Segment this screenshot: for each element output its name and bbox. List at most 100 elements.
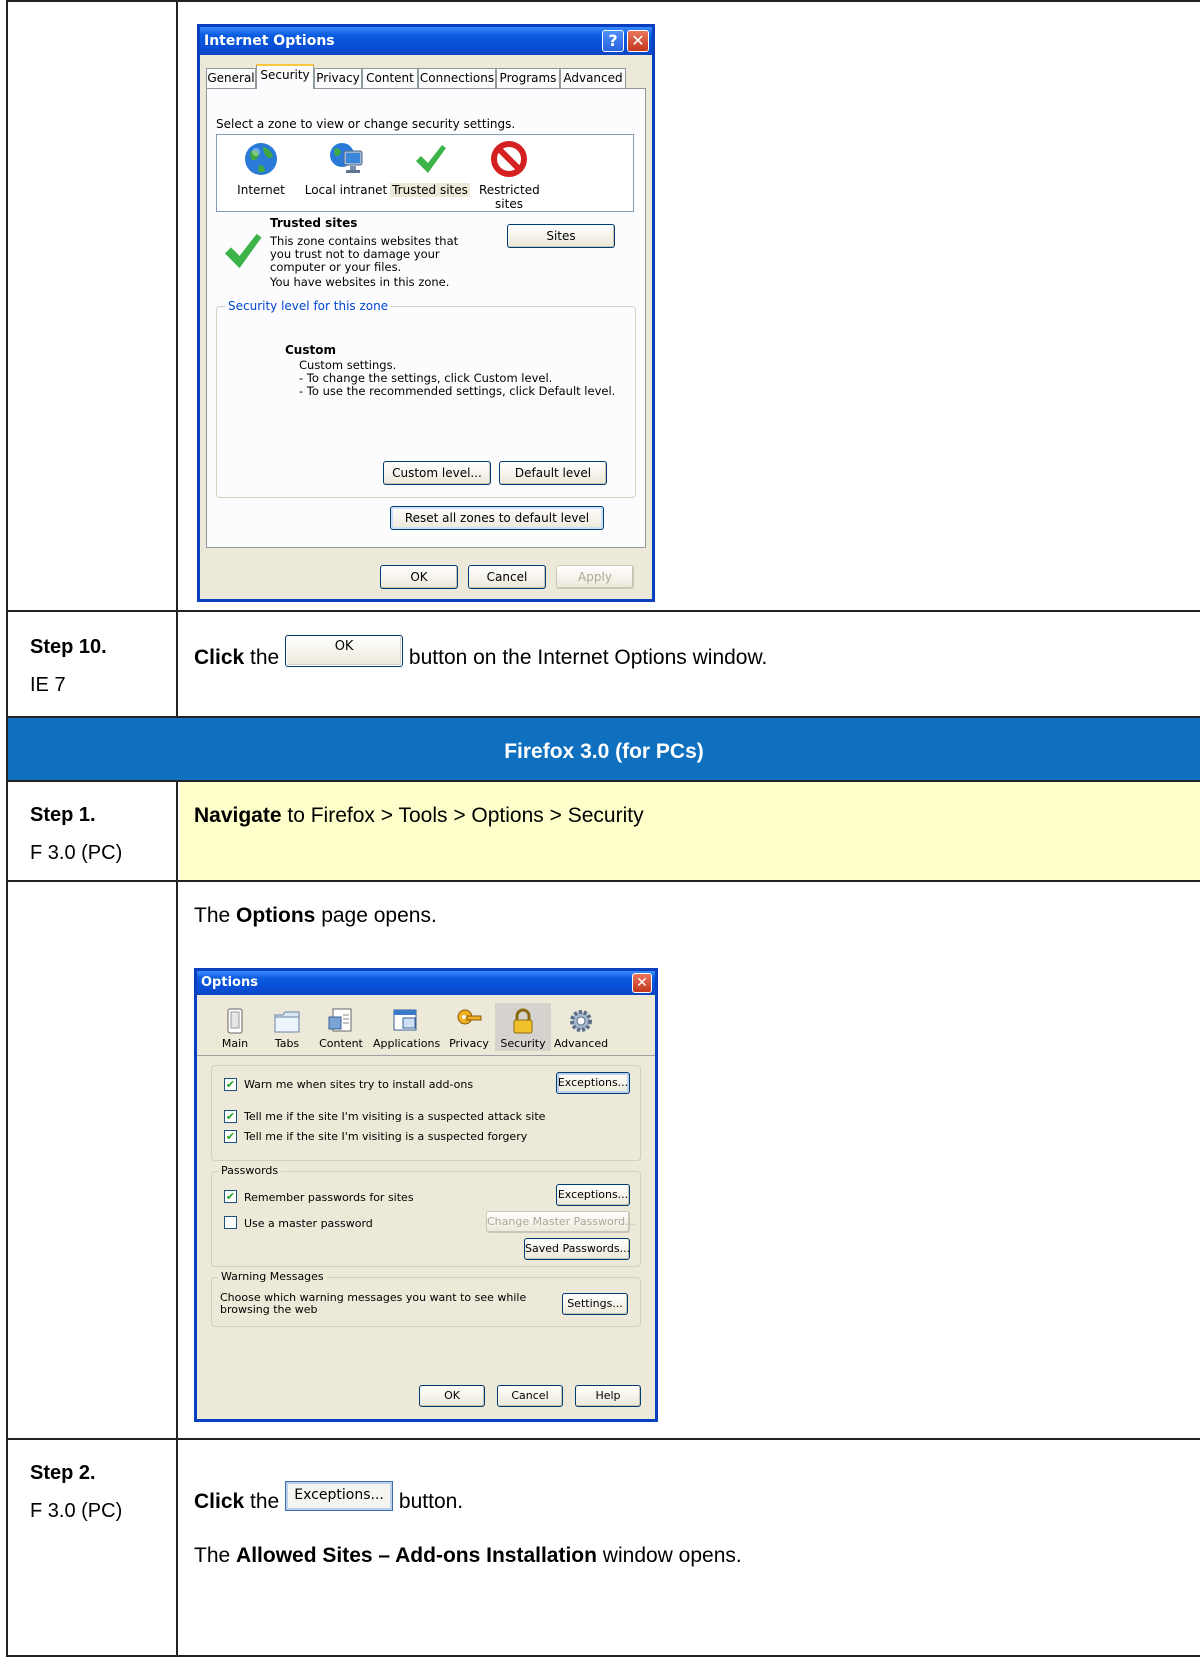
close-icon[interactable]: ✕ bbox=[627, 30, 649, 52]
warning-messages-group: Warning Messages Choose which warning me… bbox=[211, 1270, 641, 1327]
firefox-section-header: Firefox 3.0 (for PCs) bbox=[6, 716, 1200, 780]
passwords-group: Passwords ✔ Remember passwords for sites… bbox=[211, 1164, 641, 1267]
instruction-table: Internet Options ? ✕ General Security Pr… bbox=[0, 0, 1200, 1659]
security-level-group: Security level for this zone Custom Cust… bbox=[216, 299, 636, 498]
custom-line-1: Custom settings. bbox=[299, 358, 397, 372]
step-number: Step 10. bbox=[30, 636, 107, 658]
padlock-icon bbox=[513, 1008, 533, 1034]
dialog-title-bar: Options ✕ bbox=[197, 971, 655, 995]
security-level-legend: Security level for this zone bbox=[225, 299, 392, 313]
zone-local-intranet[interactable]: Local intranet bbox=[303, 141, 389, 197]
tab-security[interactable]: Security bbox=[256, 64, 314, 89]
zone-list: Internet Local intranet Trusted sites Re… bbox=[216, 134, 634, 212]
saved-passwords-button[interactable]: Saved Passwords... bbox=[524, 1238, 630, 1260]
tabs-folder-icon bbox=[274, 1011, 300, 1033]
custom-title: Custom bbox=[285, 343, 336, 357]
step-1-row: Step 1. F 3.0 (PC) Navigate to Firefox >… bbox=[6, 780, 1200, 880]
step-1-instruction: Navigate to Firefox > Tools > Options > … bbox=[194, 804, 644, 827]
monitor-globe-icon bbox=[330, 143, 363, 173]
warning-messages-legend: Warning Messages bbox=[218, 1270, 327, 1283]
forgery-label: Tell me if the site I'm visiting is a su… bbox=[244, 1130, 528, 1143]
zone-internet[interactable]: Internet bbox=[231, 141, 291, 197]
screenshot-row-ie: Internet Options ? ✕ General Security Pr… bbox=[6, 0, 1200, 610]
apply-button[interactable]: Apply bbox=[556, 565, 634, 589]
pane-main[interactable]: Main bbox=[207, 1007, 263, 1050]
cancel-button[interactable]: Cancel bbox=[497, 1385, 563, 1407]
dialog-title: Internet Options bbox=[204, 33, 335, 49]
dialog-title: Options bbox=[201, 975, 258, 990]
zone-title: Trusted sites bbox=[270, 216, 358, 230]
prohibited-icon bbox=[491, 141, 527, 177]
sites-button[interactable]: Sites bbox=[507, 224, 615, 248]
addon-exceptions-button[interactable]: Exceptions... bbox=[556, 1072, 630, 1094]
addons-group: ✔ Warn me when sites try to install add-… bbox=[211, 1065, 641, 1161]
forgery-checkbox[interactable]: ✔ bbox=[224, 1130, 237, 1143]
cancel-button[interactable]: Cancel bbox=[468, 565, 546, 589]
step-2-result: The Allowed Sites – Add-ons Installation… bbox=[194, 1544, 742, 1567]
ok-button[interactable]: OK bbox=[419, 1385, 485, 1407]
warning-messages-text: Choose which warning messages you want t… bbox=[220, 1291, 527, 1316]
security-panel: Select a zone to view or change security… bbox=[206, 88, 646, 548]
step-2-instruction: Click the Exceptions... button. bbox=[194, 1481, 463, 1514]
dialog-title-bar: Internet Options ? ✕ bbox=[200, 27, 652, 55]
step-number: Step 1. bbox=[30, 804, 96, 826]
warn-addons-checkbox[interactable]: ✔ bbox=[224, 1078, 237, 1091]
zone-trusted-sites[interactable]: Trusted sites bbox=[389, 141, 471, 197]
firefox-header-title: Firefox 3.0 (for PCs) bbox=[504, 740, 704, 763]
attack-site-label: Tell me if the site I'm visiting is a su… bbox=[244, 1110, 546, 1123]
pane-tabs[interactable]: Tabs bbox=[259, 1007, 315, 1050]
pane-privacy[interactable]: Privacy bbox=[441, 1007, 497, 1050]
tab-general[interactable]: General bbox=[206, 68, 256, 88]
checkmark-icon bbox=[416, 145, 446, 173]
applications-window-icon bbox=[393, 1009, 417, 1031]
content-page-icon bbox=[328, 1008, 352, 1032]
screenshot-row-firefox: The Options page opens. Options ✕ Main T… bbox=[6, 880, 1200, 1438]
tab-connections[interactable]: Connections bbox=[418, 68, 496, 88]
globe-icon bbox=[245, 143, 277, 175]
step-browser: F 3.0 (PC) bbox=[30, 1500, 123, 1522]
custom-level-button[interactable]: Custom level... bbox=[383, 461, 491, 485]
settings-button[interactable]: Settings... bbox=[562, 1293, 628, 1315]
ok-button[interactable]: OK bbox=[380, 565, 458, 589]
remember-passwords-label: Remember passwords for sites bbox=[244, 1191, 414, 1204]
change-master-password-button[interactable]: Change Master Password... bbox=[486, 1211, 636, 1233]
warn-addons-label: Warn me when sites try to install add-on… bbox=[244, 1078, 474, 1091]
pane-content[interactable]: Content bbox=[313, 1007, 369, 1050]
zone-description: This zone contains websites that you tru… bbox=[270, 234, 459, 274]
step-10-instruction: Click the OK button on the Internet Opti… bbox=[194, 635, 767, 670]
custom-line-2: - To change the settings, click Custom l… bbox=[299, 371, 553, 385]
remember-passwords-checkbox[interactable]: ✔ bbox=[224, 1190, 237, 1203]
step-10-row: Step 10. IE 7 Click the OK button on the… bbox=[6, 610, 1200, 716]
pane-advanced[interactable]: Advanced bbox=[553, 1007, 609, 1050]
step-browser: IE 7 bbox=[30, 674, 66, 696]
step-browser: F 3.0 (PC) bbox=[30, 842, 123, 864]
default-level-button[interactable]: Default level bbox=[499, 461, 607, 485]
trusted-sites-check-icon bbox=[224, 233, 262, 269]
zone-restricted-sites[interactable]: Restricted sites bbox=[471, 141, 547, 211]
pane-security[interactable]: Security bbox=[495, 1003, 551, 1051]
privacy-key-icon bbox=[457, 1009, 482, 1025]
custom-line-3: - To use the recommended settings, click… bbox=[299, 384, 616, 398]
firefox-options-dialog: Options ✕ Main Tabs Content Applications… bbox=[194, 968, 658, 1422]
step-number: Step 2. bbox=[30, 1462, 96, 1484]
tab-advanced[interactable]: Advanced bbox=[560, 68, 626, 88]
help-button[interactable]: Help bbox=[575, 1385, 641, 1407]
close-icon[interactable]: ✕ bbox=[632, 973, 652, 993]
tab-programs[interactable]: Programs bbox=[496, 68, 560, 88]
tab-privacy[interactable]: Privacy bbox=[314, 68, 362, 88]
master-password-label: Use a master password bbox=[244, 1217, 373, 1230]
pane-applications[interactable]: Applications bbox=[373, 1007, 440, 1050]
main-switch-icon bbox=[227, 1008, 243, 1034]
exceptions-button-image: Exceptions... bbox=[285, 1481, 394, 1512]
gear-icon bbox=[570, 1010, 592, 1032]
zone-note: You have websites in this zone. bbox=[270, 275, 450, 289]
master-password-checkbox[interactable] bbox=[224, 1216, 237, 1229]
attack-site-checkbox[interactable]: ✔ bbox=[224, 1110, 237, 1123]
password-exceptions-button[interactable]: Exceptions... bbox=[556, 1184, 630, 1206]
tab-content[interactable]: Content bbox=[362, 68, 418, 88]
zone-prompt: Select a zone to view or change security… bbox=[216, 117, 516, 131]
step-2-row: Step 2. F 3.0 (PC) Click the Exceptions.… bbox=[6, 1438, 1200, 1657]
reset-all-zones-button[interactable]: Reset all zones to default level bbox=[390, 506, 604, 530]
passwords-legend: Passwords bbox=[218, 1164, 282, 1177]
help-icon[interactable]: ? bbox=[602, 30, 624, 52]
